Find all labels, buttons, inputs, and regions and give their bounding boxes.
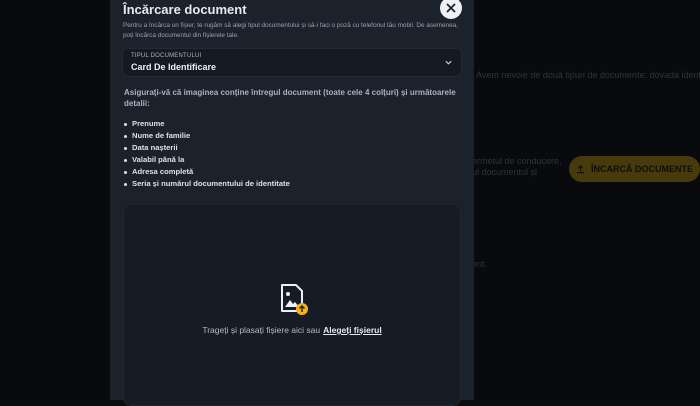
- browse-files-link[interactable]: Alegeți fișierul: [323, 325, 382, 335]
- close-button[interactable]: [440, 0, 462, 19]
- requirements-list: Prenume Nume de familie Data nașterii Va…: [124, 118, 290, 190]
- list-item: Nume de familie: [124, 130, 290, 142]
- image-upload-icon: [281, 284, 308, 315]
- document-type-select[interactable]: TIPUL DOCUMENTULUI Card De Identificare: [122, 48, 462, 77]
- requirements-intro: Asigurați-vă că imaginea conține întregu…: [124, 88, 456, 108]
- list-item: Adresa completă: [124, 166, 290, 178]
- chevron-down-icon: [445, 60, 452, 65]
- list-item: Seria și numărul documentului de identit…: [124, 178, 290, 190]
- upload-document-modal: Încărcare document Pentru a încărca un f…: [110, 0, 474, 406]
- document-type-label: TIPUL DOCUMENTULUI: [131, 53, 202, 59]
- modal-title: Încărcare document: [123, 2, 247, 17]
- dropzone-instruction: Trageți și plasați fișiere aici sau: [202, 325, 321, 335]
- list-item: Data nașterii: [124, 142, 290, 154]
- modal-intro-text: Pentru a încărca un fișier, te rugăm să …: [123, 22, 458, 39]
- close-icon: [446, 3, 456, 13]
- file-dropzone[interactable]: Trageți și plasați fișiere aici sau Alege…: [123, 204, 461, 406]
- list-item: Prenume: [124, 118, 290, 130]
- dropzone-text: Trageți și plasați fișiere aici sau Alege…: [124, 325, 460, 335]
- list-item: Valabil până la: [124, 154, 290, 166]
- document-type-value: Card De Identificare: [131, 62, 217, 72]
